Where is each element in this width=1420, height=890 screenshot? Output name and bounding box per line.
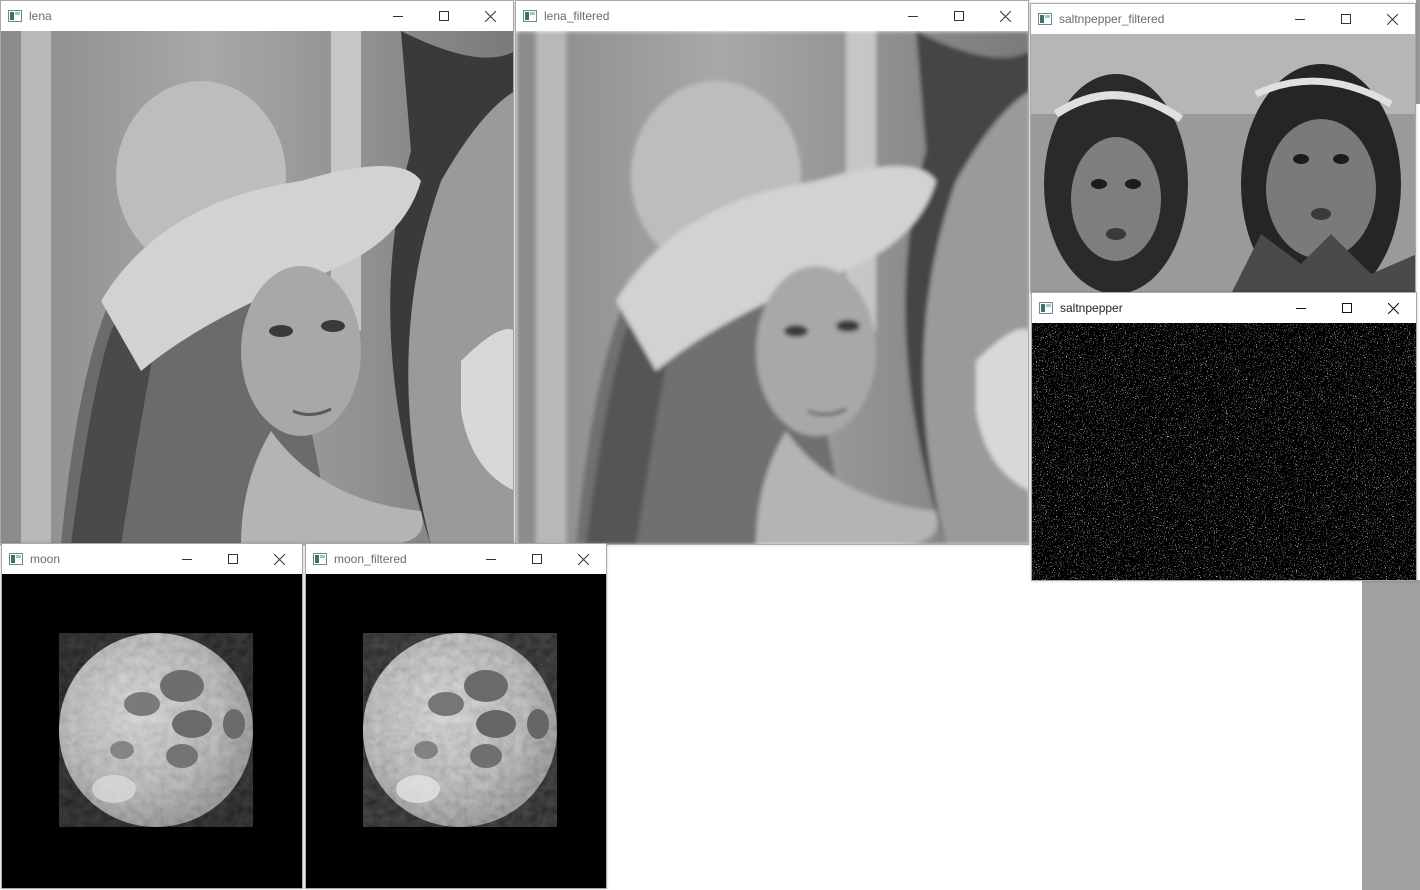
maximize-icon	[228, 554, 238, 564]
opencv-window-icon	[523, 10, 537, 22]
window-title: saltnpepper	[1060, 301, 1123, 315]
maximize-icon	[532, 554, 542, 564]
maximize-button[interactable]	[210, 544, 256, 574]
close-icon	[1386, 13, 1398, 25]
maximize-icon	[1341, 14, 1351, 24]
close-icon	[484, 10, 496, 22]
titlebar[interactable]: saltnpepper_filtered	[1031, 4, 1415, 34]
opencv-window-icon	[9, 553, 23, 565]
minimize-icon	[1295, 14, 1305, 24]
minimize-icon	[393, 11, 403, 21]
close-button[interactable]	[560, 544, 606, 574]
minimize-button[interactable]	[375, 1, 421, 31]
maximize-icon	[954, 11, 964, 21]
window-title: saltnpepper_filtered	[1059, 12, 1165, 26]
close-button[interactable]	[1370, 293, 1416, 323]
opencv-window-icon	[313, 553, 327, 565]
close-icon	[273, 553, 285, 565]
image-view-moon-filtered[interactable]	[306, 574, 606, 888]
titlebar[interactable]: lena	[1, 1, 513, 31]
image-view-lena[interactable]	[1, 31, 513, 544]
desktop-background	[1362, 580, 1420, 890]
window-saltnpepper-filtered[interactable]: saltnpepper_filtered	[1030, 3, 1416, 293]
image-view-saltnpepper-filtered[interactable]	[1031, 34, 1415, 292]
minimize-icon	[486, 554, 496, 564]
titlebar[interactable]: lena_filtered	[516, 1, 1028, 31]
minimize-button[interactable]	[468, 544, 514, 574]
maximize-icon	[439, 11, 449, 21]
minimize-icon	[908, 11, 918, 21]
image-view-lena-filtered[interactable]	[516, 31, 1028, 544]
window-saltnpepper[interactable]: saltnpepper	[1031, 292, 1417, 581]
minimize-button[interactable]	[1278, 293, 1324, 323]
close-icon	[577, 553, 589, 565]
window-title: lena_filtered	[544, 9, 610, 23]
maximize-button[interactable]	[1323, 4, 1369, 34]
close-icon	[999, 10, 1011, 22]
opencv-window-icon	[1038, 13, 1052, 25]
window-title: lena	[29, 9, 52, 23]
maximize-icon	[1342, 303, 1352, 313]
close-button[interactable]	[256, 544, 302, 574]
maximize-button[interactable]	[421, 1, 467, 31]
minimize-icon	[182, 554, 192, 564]
close-button[interactable]	[467, 1, 513, 31]
image-view-moon[interactable]	[2, 574, 302, 888]
titlebar[interactable]: moon_filtered	[306, 544, 606, 574]
window-moon[interactable]: moon	[1, 543, 303, 889]
maximize-button[interactable]	[514, 544, 560, 574]
window-lena-filtered[interactable]: lena_filtered	[515, 0, 1029, 545]
minimize-button[interactable]	[1277, 4, 1323, 34]
titlebar[interactable]: saltnpepper	[1032, 293, 1416, 323]
window-title: moon	[30, 552, 61, 566]
close-icon	[1387, 302, 1399, 314]
minimize-button[interactable]	[164, 544, 210, 574]
opencv-window-icon	[8, 10, 22, 22]
titlebar[interactable]: moon	[2, 544, 302, 574]
desktop-background-edge	[1416, 0, 1420, 104]
window-moon-filtered[interactable]: moon_filtered	[305, 543, 607, 889]
minimize-icon	[1296, 303, 1306, 313]
maximize-button[interactable]	[936, 1, 982, 31]
close-button[interactable]	[982, 1, 1028, 31]
opencv-window-icon	[1039, 302, 1053, 314]
window-lena[interactable]: lena	[0, 0, 514, 545]
close-button[interactable]	[1369, 4, 1415, 34]
maximize-button[interactable]	[1324, 293, 1370, 323]
window-title: moon_filtered	[334, 552, 407, 566]
minimize-button[interactable]	[890, 1, 936, 31]
image-view-saltnpepper[interactable]	[1032, 323, 1416, 580]
